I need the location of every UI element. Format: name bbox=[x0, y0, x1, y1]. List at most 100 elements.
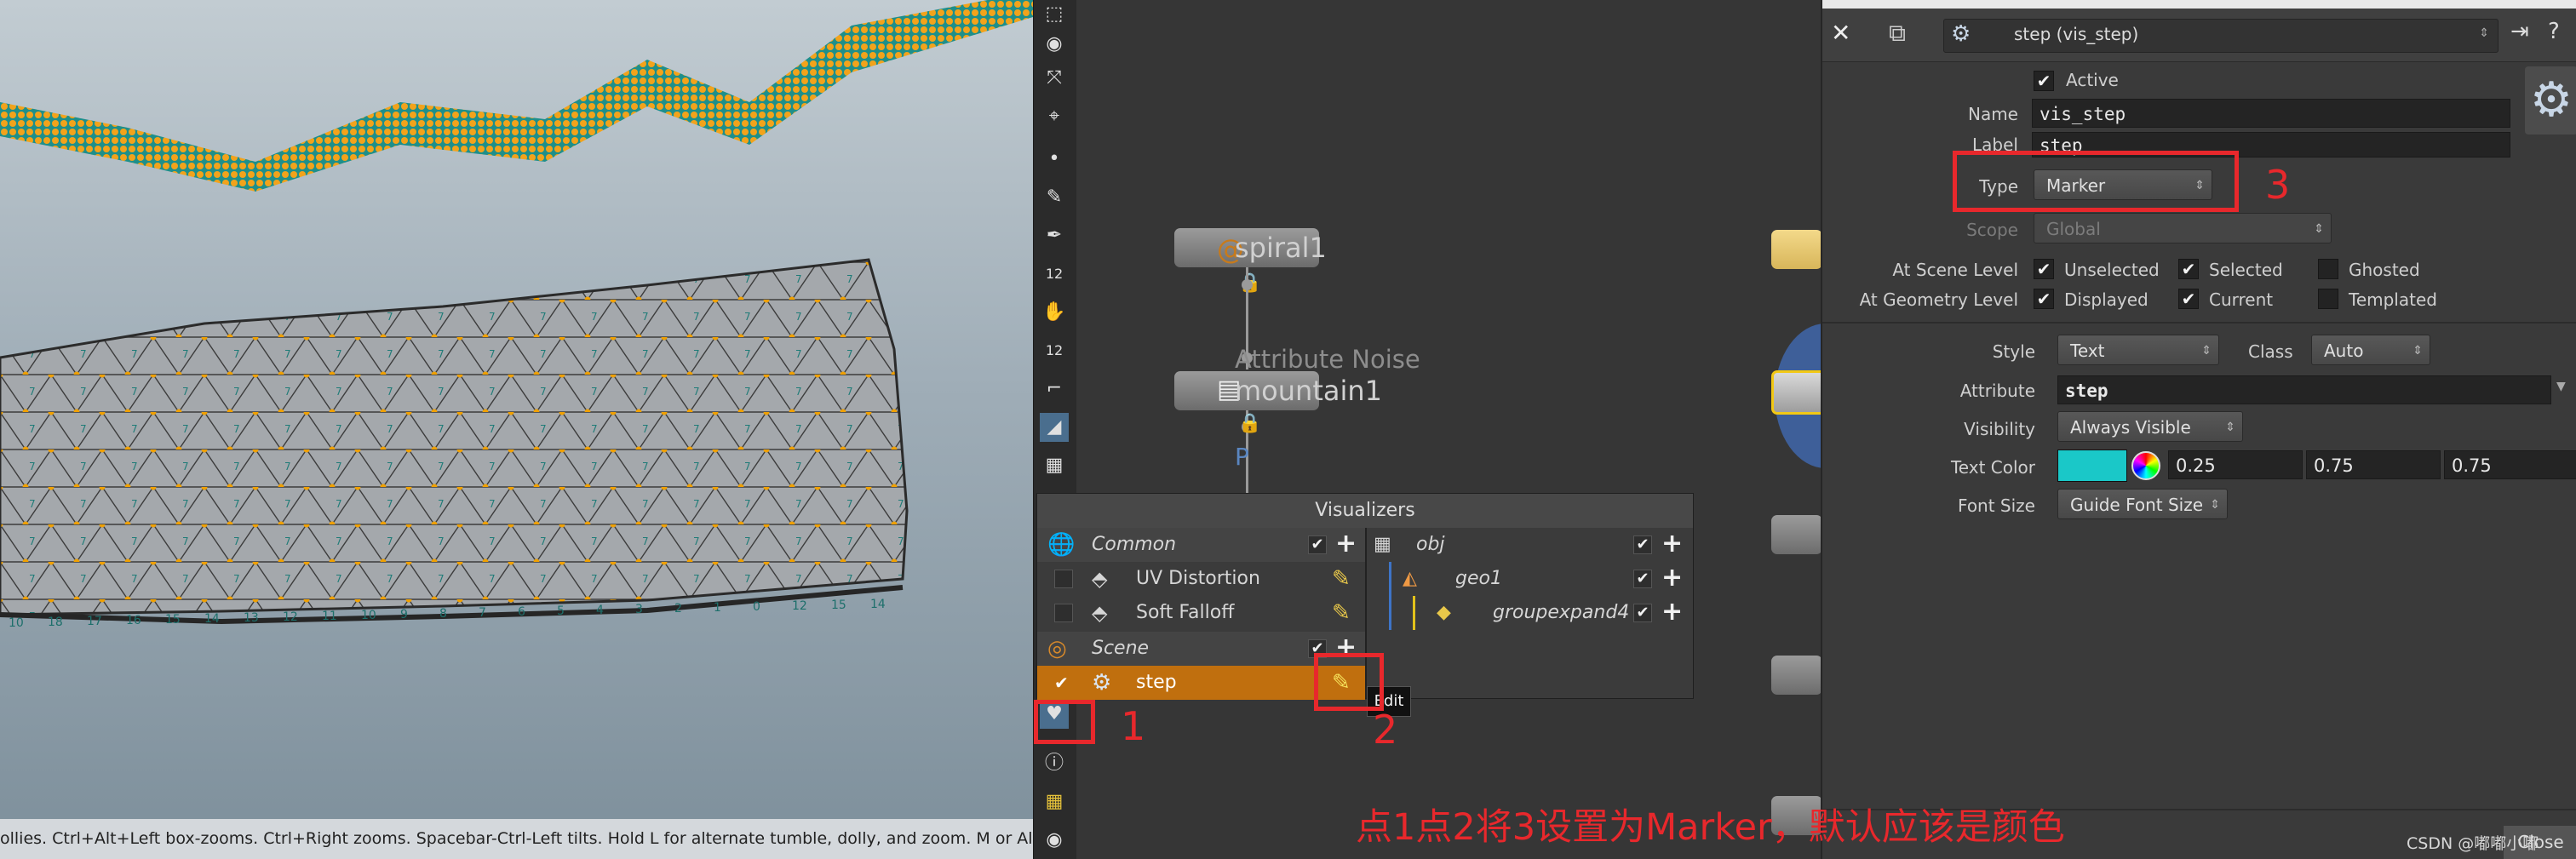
folder-icon: ▦ bbox=[1374, 534, 1391, 555]
scene-level-label: At Scene Level bbox=[1892, 260, 2018, 280]
point-number: 10 bbox=[361, 609, 376, 622]
check-icon[interactable]: ✔ bbox=[1054, 666, 1069, 700]
class-menu[interactable]: Auto ⇕ bbox=[2311, 335, 2430, 365]
output-connector[interactable] bbox=[1242, 279, 1253, 290]
unselected-checkbox[interactable]: ✔ bbox=[2034, 259, 2054, 279]
unselected-label: Unselected bbox=[2064, 260, 2160, 280]
scope-menu[interactable]: Global ⇕ bbox=[2034, 213, 2332, 243]
viewport[interactable]: 7 101817161514131211109876543210121514 bbox=[0, 0, 1033, 859]
item-checkbox[interactable] bbox=[1054, 604, 1073, 622]
tree-item-groupexpand4[interactable]: ◆ groupexpand4 ✔ + bbox=[1374, 596, 1693, 630]
sop-icon: ◆ bbox=[1437, 602, 1451, 623]
tree-checkbox[interactable]: ✔ bbox=[1633, 604, 1652, 622]
tree-checkbox[interactable]: ✔ bbox=[1633, 535, 1652, 554]
handle-icon[interactable]: ⌖ bbox=[1040, 102, 1069, 131]
list-item[interactable]: ⬘ UV Distortion ✎ bbox=[1037, 562, 1365, 596]
pen-icon[interactable]: ✒ bbox=[1040, 221, 1069, 250]
grid-icon[interactable]: ▦ bbox=[1040, 787, 1069, 816]
hand-icon[interactable]: ✋ bbox=[1040, 298, 1069, 327]
node-partial[interactable] bbox=[1771, 515, 1822, 554]
item-label: Soft Falloff bbox=[1136, 602, 1235, 623]
geometry-level-label: At Geometry Level bbox=[1859, 289, 2018, 310]
point-number: 16 bbox=[126, 614, 141, 627]
add-icon[interactable]: + bbox=[1335, 531, 1357, 557]
curve-icon[interactable]: ⌐ bbox=[1040, 375, 1069, 404]
color-r-field[interactable]: 0.25 bbox=[2168, 450, 2303, 479]
style-menu[interactable]: Text ⇕ bbox=[2057, 335, 2219, 365]
active-checkbox[interactable]: ✔ bbox=[2034, 71, 2054, 91]
class-value: Auto bbox=[2324, 341, 2364, 361]
active-label: Active bbox=[2066, 70, 2119, 90]
visibility-label: Visibility bbox=[1964, 419, 2035, 439]
tree-checkbox[interactable]: ✔ bbox=[1633, 570, 1652, 588]
visibility-menu[interactable]: Always Visible ⇕ bbox=[2057, 411, 2243, 442]
color-b-field[interactable]: 0.75 bbox=[2444, 450, 2576, 479]
color-g-field[interactable]: 0.75 bbox=[2306, 450, 2441, 479]
geo-icon: ◭ bbox=[1403, 568, 1417, 589]
common-checkbox[interactable]: ✔ bbox=[1308, 535, 1327, 554]
number-icon-label: 12 bbox=[1045, 342, 1064, 358]
item-checkbox[interactable] bbox=[1054, 570, 1073, 588]
point-number: 14 bbox=[204, 612, 220, 626]
add-icon[interactable]: + bbox=[1661, 565, 1683, 591]
point-number: 1 bbox=[714, 601, 721, 615]
annotation-number-1: 1 bbox=[1121, 703, 1146, 749]
tree-item-geo1[interactable]: ◭ geo1 ✔ + bbox=[1374, 562, 1693, 596]
ghosted-checkbox[interactable] bbox=[2318, 259, 2338, 279]
param-header: ✕ ⧉ ⚙ step (vis_step) ⇕ ⇥ ? bbox=[1822, 9, 2576, 62]
lock-icon: 🔒 bbox=[1238, 413, 1262, 434]
point-number: 5 bbox=[557, 604, 565, 618]
point-icon[interactable]: • bbox=[1040, 145, 1069, 174]
displayed-checkbox[interactable]: ✔ bbox=[2034, 289, 2054, 309]
tree-item-obj[interactable]: ▦ obj ✔ + bbox=[1374, 528, 1693, 562]
parameter-panel: ✕ ⧉ ⚙ step (vis_step) ⇕ ⇥ ? ⚙ ✔ Active N… bbox=[1821, 0, 2576, 859]
eye-icon[interactable]: ◉ bbox=[1040, 826, 1069, 855]
chevron-down-icon[interactable]: ▼ bbox=[2556, 380, 2566, 393]
selected-checkbox[interactable]: ✔ bbox=[2178, 259, 2199, 279]
number-icon[interactable]: 12 bbox=[1040, 260, 1069, 289]
annotation-box-3 bbox=[1953, 151, 2239, 212]
network-editor[interactable]: @ spiral1 🔒 Attribute Noise ▤ mountain1 … bbox=[1076, 0, 1877, 859]
text-color-swatch[interactable] bbox=[2057, 450, 2127, 482]
templated-checkbox[interactable] bbox=[2318, 289, 2338, 309]
add-icon[interactable]: + bbox=[1661, 599, 1683, 625]
info-icon[interactable]: ⓘ bbox=[1040, 749, 1069, 778]
scope-label: Scope bbox=[1966, 220, 2018, 240]
checker-icon[interactable]: ▦ bbox=[1040, 451, 1069, 480]
close-icon[interactable]: ✕ bbox=[1831, 19, 1850, 47]
common-header[interactable]: 🌐 Common ✔ + bbox=[1037, 528, 1365, 562]
current-checkbox[interactable]: ✔ bbox=[2178, 289, 2199, 309]
copy-icon[interactable]: ⧉ bbox=[1889, 19, 1906, 48]
attribute-field[interactable]: step bbox=[2057, 375, 2551, 404]
edit-icon[interactable]: ✎ bbox=[1332, 596, 1351, 630]
mesh-surface bbox=[0, 258, 909, 616]
name-field[interactable]: vis_step bbox=[2032, 99, 2510, 128]
point-number: 11 bbox=[322, 610, 337, 623]
font-size-menu[interactable]: Guide Font Size ⇕ bbox=[2057, 489, 2228, 519]
help-icon[interactable]: ? bbox=[2548, 19, 2560, 44]
color-wheel-icon[interactable] bbox=[2131, 451, 2160, 480]
pin-icon[interactable]: ⇥ bbox=[2510, 19, 2529, 44]
node-partial[interactable] bbox=[1771, 656, 1822, 695]
edit-icon[interactable]: ✎ bbox=[1332, 562, 1351, 596]
point-number: 2 bbox=[674, 602, 682, 616]
node-partial-selected[interactable] bbox=[1771, 370, 1827, 415]
snap-icon[interactable]: ◢ bbox=[1040, 413, 1069, 442]
point-number: 12 bbox=[283, 610, 298, 624]
node-partial[interactable] bbox=[1771, 230, 1822, 269]
list-item[interactable]: ⬘ Soft Falloff ✎ bbox=[1037, 596, 1365, 630]
chevron-down-icon: ⇕ bbox=[2314, 222, 2324, 236]
paint-icon[interactable]: ✎ bbox=[1040, 183, 1069, 212]
view-icon[interactable]: ◉ bbox=[1040, 30, 1069, 59]
tree-label: geo1 bbox=[1455, 568, 1502, 589]
node-path-field[interactable]: ⚙ step (vis_step) ⇕ bbox=[1943, 19, 2499, 53]
select-icon[interactable]: ⬚ bbox=[1040, 0, 1069, 29]
point-number: 17 bbox=[87, 615, 102, 628]
add-icon[interactable]: + bbox=[1661, 531, 1683, 557]
transform-icon[interactable]: ⤧ bbox=[1040, 64, 1069, 93]
chevron-down-icon[interactable]: ⇕ bbox=[2479, 26, 2489, 40]
watermark: CSDN @嘟嘟小嘟 bbox=[2407, 834, 2539, 853]
gear-icon: ⚙ bbox=[1092, 670, 1112, 696]
class-label: Class bbox=[2248, 341, 2293, 362]
number-icon[interactable]: 12 bbox=[1040, 336, 1069, 365]
